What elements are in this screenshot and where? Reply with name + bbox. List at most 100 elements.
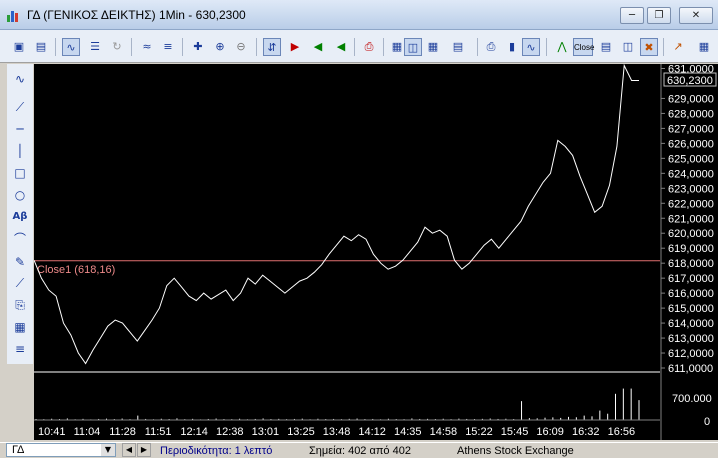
tool-ellipse[interactable]: ○ [7, 185, 33, 205]
symbol-select[interactable]: ΓΔ ▼ [6, 443, 116, 457]
scroll-left-right-icon: ⇵ [267, 41, 277, 54]
save-button[interactable]: ▣ [10, 38, 28, 56]
x-tick-label: 14:58 [430, 426, 458, 438]
rectangle-icon: □ [14, 166, 26, 180]
line-chart-icon: ∿ [66, 41, 76, 54]
tools-button[interactable]: ✖ [640, 38, 658, 56]
go-start-button[interactable]: ▶ [286, 38, 304, 56]
tool-pencil[interactable]: ✎ [7, 252, 33, 272]
close-reference-label: Close1 (618,16) [37, 264, 115, 276]
vertical-line-icon: │ [16, 144, 24, 158]
fan-icon: ≡ [14, 342, 26, 356]
y-tick-label: 614,0000 [668, 318, 714, 330]
y-tick-label: 619,0000 [668, 243, 714, 255]
split-button[interactable]: ⎙ [360, 38, 378, 56]
horizontal-line-icon: ─ [16, 122, 24, 136]
x-tick-label: 11:51 [145, 426, 172, 438]
window-split-icon: ◫ [622, 40, 634, 53]
panel-icon: ▤ [600, 40, 612, 53]
study-button[interactable]: ≡ [159, 38, 177, 56]
tool-fibonacci[interactable]: ▦ [7, 317, 33, 337]
volume-tick-label: 700.000 [672, 393, 712, 405]
y-tick-label: 628,0000 [668, 108, 714, 120]
y-tick-label: 627,0000 [668, 123, 714, 135]
close-toggle-button[interactable]: Close [573, 38, 594, 56]
tool-fan[interactable]: ≡ [7, 339, 33, 359]
step-button[interactable]: ◀ [332, 38, 350, 56]
y-tick-label: 620,0000 [668, 228, 714, 240]
y-tick-label: 629,0000 [668, 93, 714, 105]
x-tick-label: 14:35 [394, 426, 422, 438]
pencil-icon: ✎ [14, 255, 26, 269]
scroll-left-button[interactable]: ◀ [122, 443, 136, 457]
arrow-right-icon: ▶ [140, 445, 148, 454]
tool-text[interactable]: Aβ [7, 207, 33, 227]
text-tool-icon: Aβ [12, 211, 28, 222]
y-tick-label: 616,0000 [668, 288, 714, 300]
tool-horizontal-line[interactable]: ─ [7, 119, 33, 139]
go-end-button[interactable]: ◀ [309, 38, 327, 56]
bar-chart-button[interactable]: ☰ [86, 38, 104, 56]
y-tick-label: 626,0000 [668, 138, 714, 150]
candlestick-button[interactable]: ▮ [503, 38, 521, 56]
export-icon: ↗ [673, 40, 683, 53]
export-button[interactable]: ↗ [669, 38, 687, 56]
scale-ten-button[interactable]: ▤ [447, 38, 469, 56]
zoom-in-icon: ⊕ [215, 40, 225, 53]
y-tick-label: 617,0000 [668, 273, 714, 285]
crosshair-button[interactable]: ✚ [189, 38, 207, 56]
line-chart-button[interactable]: ∿ [62, 38, 80, 56]
properties-icon: ▤ [35, 40, 47, 53]
indicator-icon: ≈ [142, 40, 152, 53]
panel-button[interactable]: ▤ [597, 38, 615, 56]
line-chart-icon: ∿ [14, 72, 26, 86]
print-button[interactable]: ▦ [695, 38, 713, 56]
area-chart-icon: ∿ [526, 41, 536, 54]
refresh-button[interactable]: ↻ [108, 38, 126, 56]
area-chart-button[interactable]: ∿ [522, 38, 540, 56]
tool-arc[interactable]: ⌒ [7, 229, 33, 249]
zoom-out-button[interactable]: ⊖ [232, 38, 250, 56]
y-tick-label: 623,0000 [668, 183, 714, 195]
bar-chart-icon: ☰ [90, 40, 100, 53]
indicator-button[interactable]: ≈ [138, 38, 156, 56]
x-tick-label: 13:01 [252, 426, 280, 438]
minimize-button[interactable]: ─ [620, 7, 644, 24]
close-window-button[interactable]: ✕ [679, 7, 713, 24]
tool-vertical-line[interactable]: │ [7, 141, 33, 161]
draw-tool-icon: ⋀ [557, 40, 567, 53]
symbol-value: ΓΔ [12, 444, 25, 456]
arc-icon: ⌒ [13, 232, 26, 246]
tool-parallel-channel[interactable]: ⎘ [7, 295, 33, 315]
chart-toolbar: ▣ ▤ ∿ ☰ ↻ ≈ ≡ ✚ ⊕ ⊖ ⇵ ▶ ◀ ◀ ⎙ ▦ ◫ ▦ ▤ ⎙ … [0, 30, 718, 63]
maximize-button[interactable]: ❐ [647, 7, 671, 24]
price-axis[interactable]: 631,0000629,0000628,0000627,0000626,0000… [660, 64, 718, 440]
x-tick-label: 12:38 [216, 426, 244, 438]
exchange-label: Athens Stock Exchange [457, 445, 574, 457]
tool-line-chart[interactable]: ∿ [7, 69, 33, 89]
properties-button[interactable]: ▤ [32, 38, 50, 56]
tool-trendline[interactable]: ⟋ [7, 97, 33, 117]
scroll-right-button[interactable]: ▶ [137, 443, 151, 457]
price-series-line[interactable] [34, 64, 639, 365]
window-split-button[interactable]: ◫ [619, 38, 637, 56]
minimize-icon: ─ [628, 10, 636, 21]
refresh-icon: ↻ [112, 40, 122, 53]
tool-rectangle[interactable]: □ [7, 163, 33, 183]
price-chart[interactable]: Close1 (618,16) 10:41 11:04 11:28 11:51 12:1… [34, 64, 660, 440]
x-tick-label: 12:14 [180, 426, 208, 438]
grid-button[interactable]: ▦ [424, 38, 442, 56]
x-tick-label: 16:56 [608, 426, 636, 438]
candle-button[interactable]: ⎙ [482, 38, 500, 56]
draw-tool-button[interactable]: ⋀ [553, 38, 571, 56]
go-end-icon: ◀ [313, 40, 323, 53]
y-tick-label: 615,0000 [668, 303, 714, 315]
tool-ray[interactable]: ⟋ [7, 273, 33, 293]
window-button[interactable]: ◫ [404, 38, 422, 56]
scroll-button[interactable]: ⇵ [263, 38, 281, 56]
y-tick-label: 621,0000 [668, 213, 714, 225]
zoom-in-button[interactable]: ⊕ [211, 38, 229, 56]
x-tick-label: 13:25 [287, 426, 315, 438]
periodicity-label: Περιοδικότητα: 1 λεπτό [160, 445, 273, 457]
points-label: Σημεία: 402 από 402 [309, 445, 411, 457]
